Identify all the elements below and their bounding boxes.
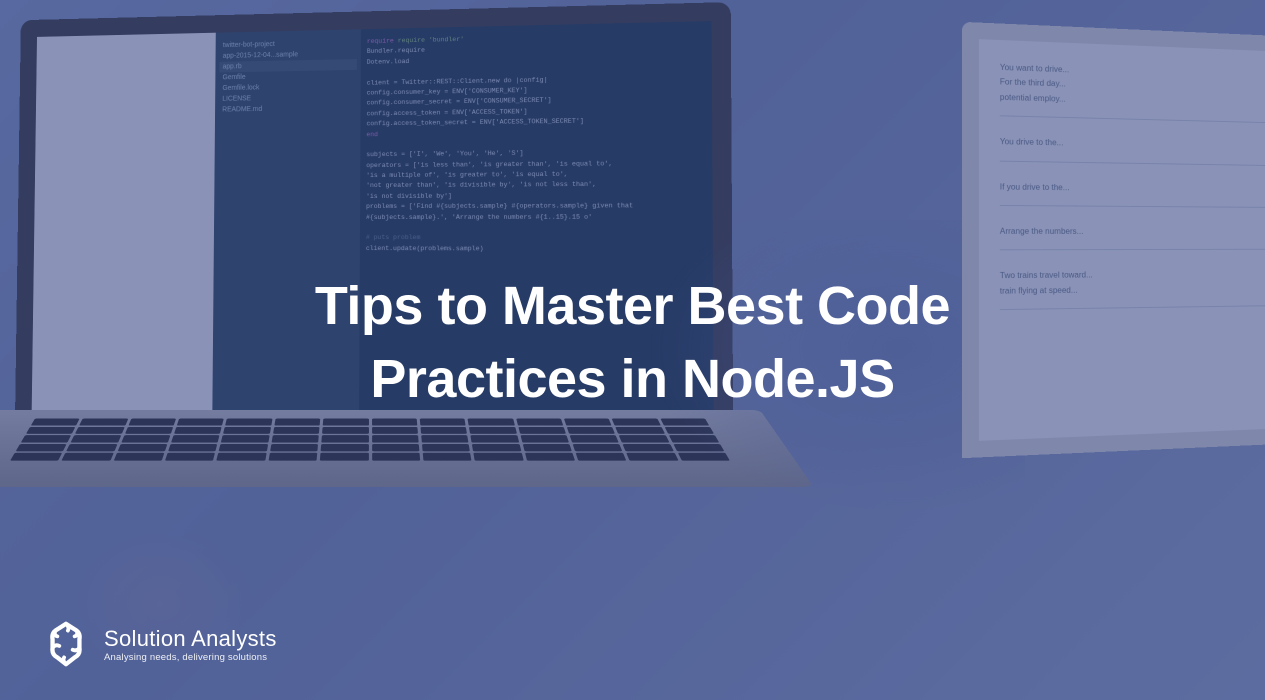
- headline: Tips to Master Best Code Practices in No…: [63, 270, 1202, 416]
- logo-area: Solution Analysts Analysing needs, deliv…: [42, 620, 277, 668]
- company-logo-icon: [42, 620, 90, 668]
- headline-line-1: Tips to Master Best Code: [63, 270, 1202, 343]
- company-tagline: Analysing needs, delivering solutions: [104, 652, 277, 663]
- headline-line-2: Practices in Node.JS: [63, 343, 1202, 416]
- logo-text: Solution Analysts Analysing needs, deliv…: [104, 626, 277, 663]
- company-name: Solution Analysts: [104, 626, 277, 652]
